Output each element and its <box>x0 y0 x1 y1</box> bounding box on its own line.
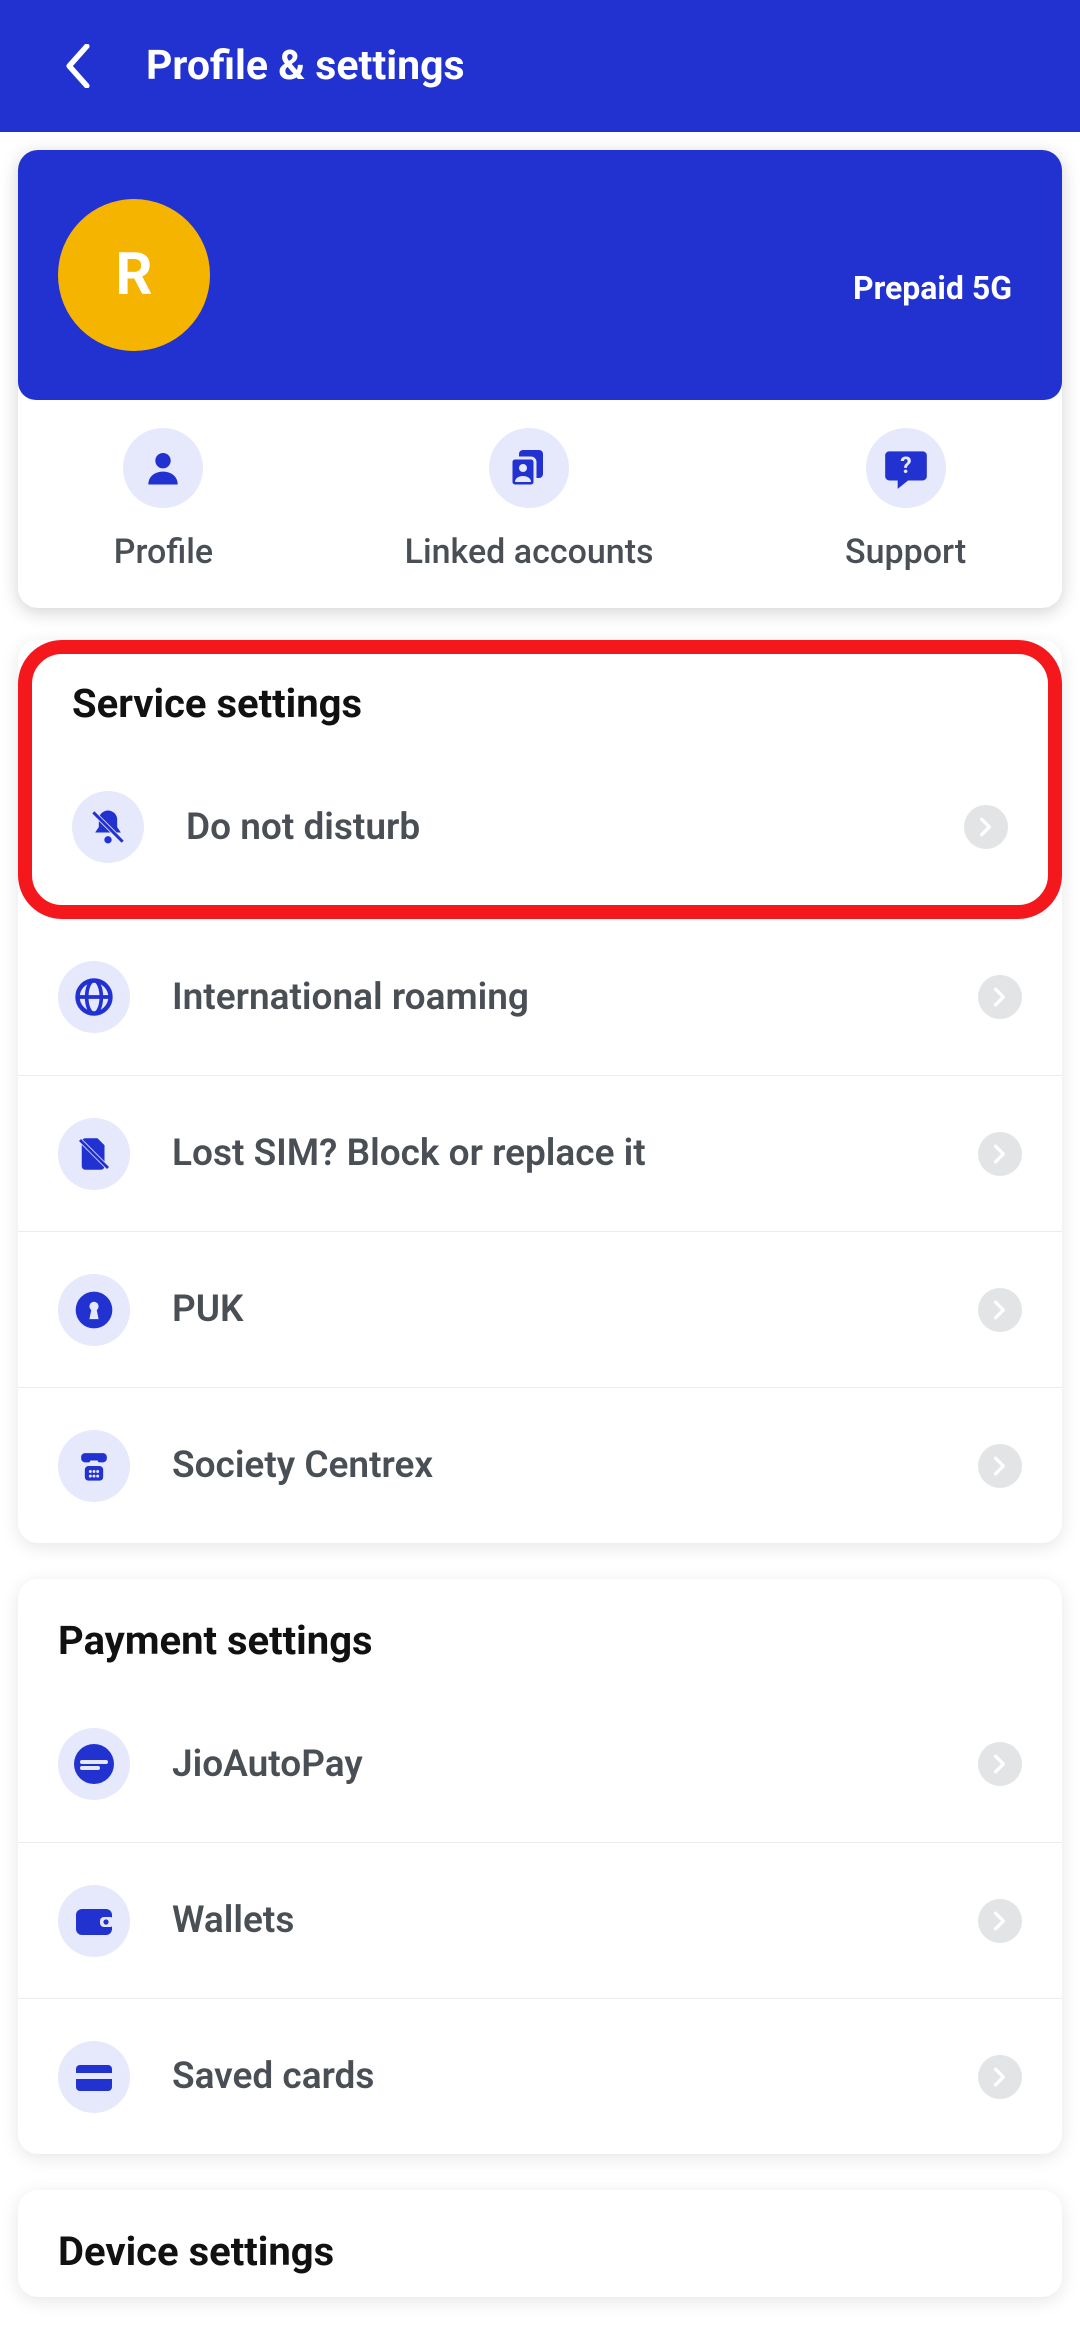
avatar[interactable]: R <box>58 199 210 351</box>
action-profile[interactable]: Profile <box>114 428 213 572</box>
chevron-right-icon <box>978 2055 1022 2099</box>
row-society-centrex[interactable]: Society Centrex <box>18 1387 1062 1543</box>
keyhole-icon <box>58 1274 130 1346</box>
chevron-right-icon <box>978 1288 1022 1332</box>
profile-actions: Profile Linked accounts ? <box>18 400 1062 608</box>
profile-hero: R Prepaid 5G <box>18 150 1062 400</box>
row-label: Do not disturb <box>186 806 964 849</box>
person-icon <box>123 428 203 508</box>
row-autopay[interactable]: JioAutoPay <box>18 1686 1062 1842</box>
card-icon <box>58 2041 130 2113</box>
service-settings-card: Service settings Do not disturb <box>18 640 1062 1543</box>
row-label: Wallets <box>172 1899 978 1942</box>
row-label: JioAutoPay <box>172 1743 978 1786</box>
section-title-payment: Payment settings <box>18 1579 1062 1686</box>
action-label: Support <box>845 532 966 572</box>
action-linked-accounts[interactable]: Linked accounts <box>405 428 654 572</box>
row-do-not-disturb[interactable]: Do not disturb <box>32 749 1048 905</box>
action-label: Profile <box>114 532 213 572</box>
content: R Prepaid 5G Profile <box>0 132 1080 2297</box>
linked-accounts-icon <box>489 428 569 508</box>
chevron-left-icon <box>64 44 92 88</box>
chevron-right-icon <box>978 975 1022 1019</box>
avatar-initial: R <box>115 241 152 309</box>
chevron-right-icon <box>978 1132 1022 1176</box>
globe-icon <box>58 961 130 1033</box>
bell-slash-icon <box>72 791 144 863</box>
row-label: Lost SIM? Block or replace it <box>172 1132 978 1175</box>
sim-slash-icon <box>58 1118 130 1190</box>
section-title-device: Device settings <box>18 2190 1062 2297</box>
row-lost-sim[interactable]: Lost SIM? Block or replace it <box>18 1075 1062 1231</box>
back-button[interactable] <box>58 46 98 86</box>
support-icon: ? <box>866 428 946 508</box>
row-label: Society Centrex <box>172 1444 978 1487</box>
action-label: Linked accounts <box>405 532 654 572</box>
row-wallets[interactable]: Wallets <box>18 1842 1062 1998</box>
row-saved-cards[interactable]: Saved cards <box>18 1998 1062 2154</box>
highlight-annotation: Service settings Do not disturb <box>18 640 1062 919</box>
section-title-service: Service settings <box>32 654 1048 749</box>
chevron-right-icon <box>964 805 1008 849</box>
svg-text:?: ? <box>900 452 911 479</box>
payment-settings-card: Payment settings JioAutoPay <box>18 1579 1062 2154</box>
autopay-icon <box>58 1728 130 1800</box>
page-title: Profile & settings <box>146 42 465 90</box>
row-international-roaming[interactable]: International roaming <box>18 919 1062 1075</box>
chevron-right-icon <box>978 1444 1022 1488</box>
profile-card: R Prepaid 5G Profile <box>18 150 1062 608</box>
chevron-right-icon <box>978 1899 1022 1943</box>
phone-landline-icon <box>58 1430 130 1502</box>
row-label: PUK <box>172 1288 978 1331</box>
plan-badge: Prepaid 5G <box>853 269 1012 307</box>
wallet-icon <box>58 1885 130 1957</box>
row-label: International roaming <box>172 976 978 1019</box>
row-label: Saved cards <box>172 2055 978 2098</box>
device-settings-card: Device settings <box>18 2190 1062 2297</box>
chevron-right-icon <box>978 1742 1022 1786</box>
action-support[interactable]: ? Support <box>845 428 966 572</box>
row-puk[interactable]: PUK <box>18 1231 1062 1387</box>
appbar: Profile & settings <box>0 0 1080 132</box>
